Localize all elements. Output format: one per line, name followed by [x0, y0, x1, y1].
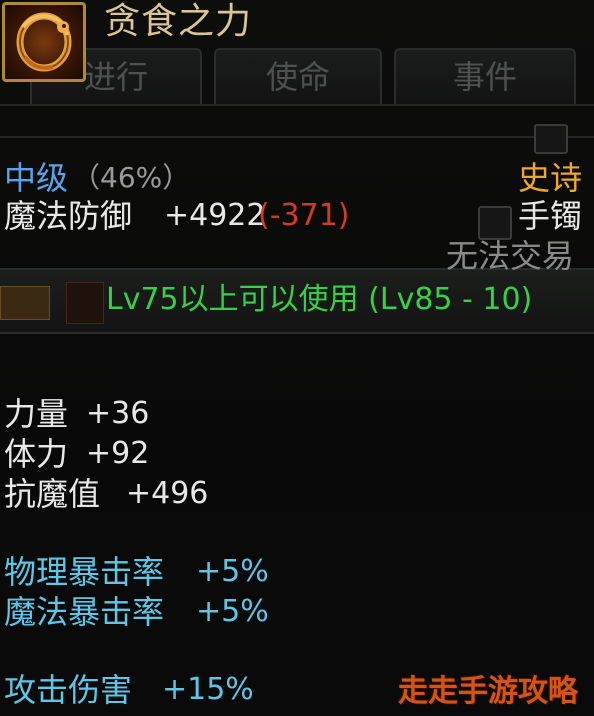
background-divider	[0, 104, 594, 106]
crit-stat-label: 物理暴击率	[4, 553, 165, 591]
crit-stat-label: 魔法暴击率	[4, 593, 165, 631]
tab-event[interactable]: 事件	[394, 48, 576, 104]
defense-value: +4922	[164, 198, 266, 233]
background-divider	[0, 136, 594, 138]
stat-value: +496	[126, 476, 209, 511]
background-chip	[66, 282, 104, 324]
background-slot	[534, 124, 568, 154]
defense-diff: (-371)	[258, 198, 350, 233]
background-quest-tabs: 进行 使命 事件	[0, 48, 594, 104]
background-slot	[478, 206, 512, 240]
tab-mission[interactable]: 使命	[214, 48, 382, 104]
crit-stat-value: +5%	[196, 594, 269, 629]
tab-event-label: 事件	[452, 58, 517, 96]
damage-stat-label: 攻击伤害	[4, 671, 133, 709]
trade-restriction: 无法交易	[446, 237, 575, 275]
stat-label: 抗魔值	[4, 475, 101, 513]
stat-value: +92	[86, 436, 150, 471]
site-watermark: 走走手游攻略	[398, 674, 578, 709]
item-rarity: 史诗	[518, 159, 583, 197]
item-grade-percent: （46%）	[72, 161, 191, 194]
level-requirement: Lv75以上可以使用 (Lv85 - 10)	[106, 282, 533, 317]
bracelet-dragon-icon	[2, 2, 86, 82]
item-grade: 中级	[4, 159, 69, 197]
item-tooltip: 进行 使命 事件 贪食之力 中级 （46%） 史诗 魔法防御 +4922 (-3…	[0, 0, 594, 716]
damage-stat-value: +15%	[162, 672, 254, 707]
stat-label: 力量	[4, 395, 69, 433]
tab-mission-label: 使命	[265, 58, 330, 96]
tab-in-progress-label: 进行	[83, 58, 148, 96]
item-name: 贪食之力	[104, 1, 253, 42]
crit-stat-value: +5%	[196, 554, 269, 589]
item-slot-type: 手镯	[518, 197, 583, 235]
stat-label: 体力	[4, 435, 69, 473]
background-chip	[0, 286, 50, 320]
stat-value: +36	[86, 396, 150, 431]
defense-label: 魔法防御	[4, 197, 133, 235]
